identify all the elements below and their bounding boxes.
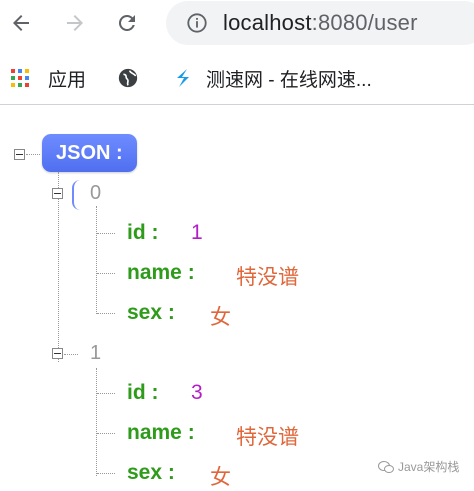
tree-connector	[97, 313, 115, 314]
tree-line-root	[58, 172, 59, 362]
tree-connector	[97, 393, 115, 394]
tree-connector	[26, 154, 40, 155]
json-value-name: 特没谱	[236, 426, 299, 449]
toolbar-divider	[0, 104, 474, 105]
json-value-sex: 女	[210, 466, 231, 489]
tree-connector	[97, 433, 115, 434]
address-bar[interactable]: localhost:8080/user	[166, 1, 474, 45]
info-icon[interactable]	[186, 12, 208, 34]
apps-grid-icon	[11, 69, 29, 87]
watermark: Java架构栈	[378, 458, 459, 475]
json-value-id: 1	[191, 221, 203, 244]
reload-icon	[118, 14, 135, 31]
bookmarks-bar: 应用 测速网 - 在线网速...	[0, 56, 474, 98]
bookmark-speedtest[interactable]: 测速网 - 在线网速...	[172, 64, 372, 92]
browser-toolbar: localhost:8080/user	[0, 0, 474, 48]
tree-connector	[97, 233, 115, 234]
tree-line-item-0	[96, 206, 97, 314]
tree-line-item-1	[96, 368, 97, 476]
json-value-name: 特没谱	[236, 266, 299, 289]
collapse-toggle-item-0[interactable]	[52, 188, 63, 199]
back-button[interactable]	[4, 6, 38, 40]
forward-arrow-icon	[67, 15, 83, 31]
json-key-sex: sex :	[127, 461, 175, 484]
bracket-marker	[72, 180, 82, 210]
url-host: localhost	[223, 10, 312, 35]
url-path: :8080/user	[311, 10, 418, 35]
json-root-badge: JSON :	[42, 134, 137, 172]
bookmark-speedtest-label: 测速网 - 在线网速...	[206, 69, 372, 91]
url-text[interactable]: localhost:8080/user	[223, 10, 418, 36]
tree-connector	[64, 354, 78, 355]
json-root-label: JSON :	[56, 141, 123, 164]
json-key-sex: sex :	[127, 301, 175, 324]
back-arrow-icon	[13, 15, 29, 31]
json-key-id: id :	[127, 221, 159, 244]
bookmark-apps[interactable]: 应用	[10, 64, 86, 92]
collapse-toggle-root[interactable]	[14, 149, 25, 160]
collapse-toggle-item-1[interactable]	[52, 348, 63, 359]
forward-button[interactable]	[58, 6, 92, 40]
tree-connector	[97, 273, 115, 274]
json-key-id: id :	[127, 381, 159, 404]
array-index-1: 1	[90, 342, 102, 364]
reload-button[interactable]	[110, 6, 144, 40]
json-value-id: 3	[191, 381, 203, 404]
globe-icon	[118, 68, 138, 88]
json-value-sex: 女	[210, 306, 231, 329]
wechat-icon	[378, 460, 394, 473]
bookmark-apps-label: 应用	[48, 69, 87, 91]
bookmark-globe[interactable]	[117, 64, 139, 92]
tree-connector	[97, 473, 115, 474]
array-index-0: 0	[90, 182, 102, 204]
watermark-text: Java架构栈	[398, 460, 460, 474]
json-key-name: name :	[127, 421, 195, 444]
speedtest-s-icon	[177, 69, 189, 87]
json-key-name: name :	[127, 261, 195, 284]
